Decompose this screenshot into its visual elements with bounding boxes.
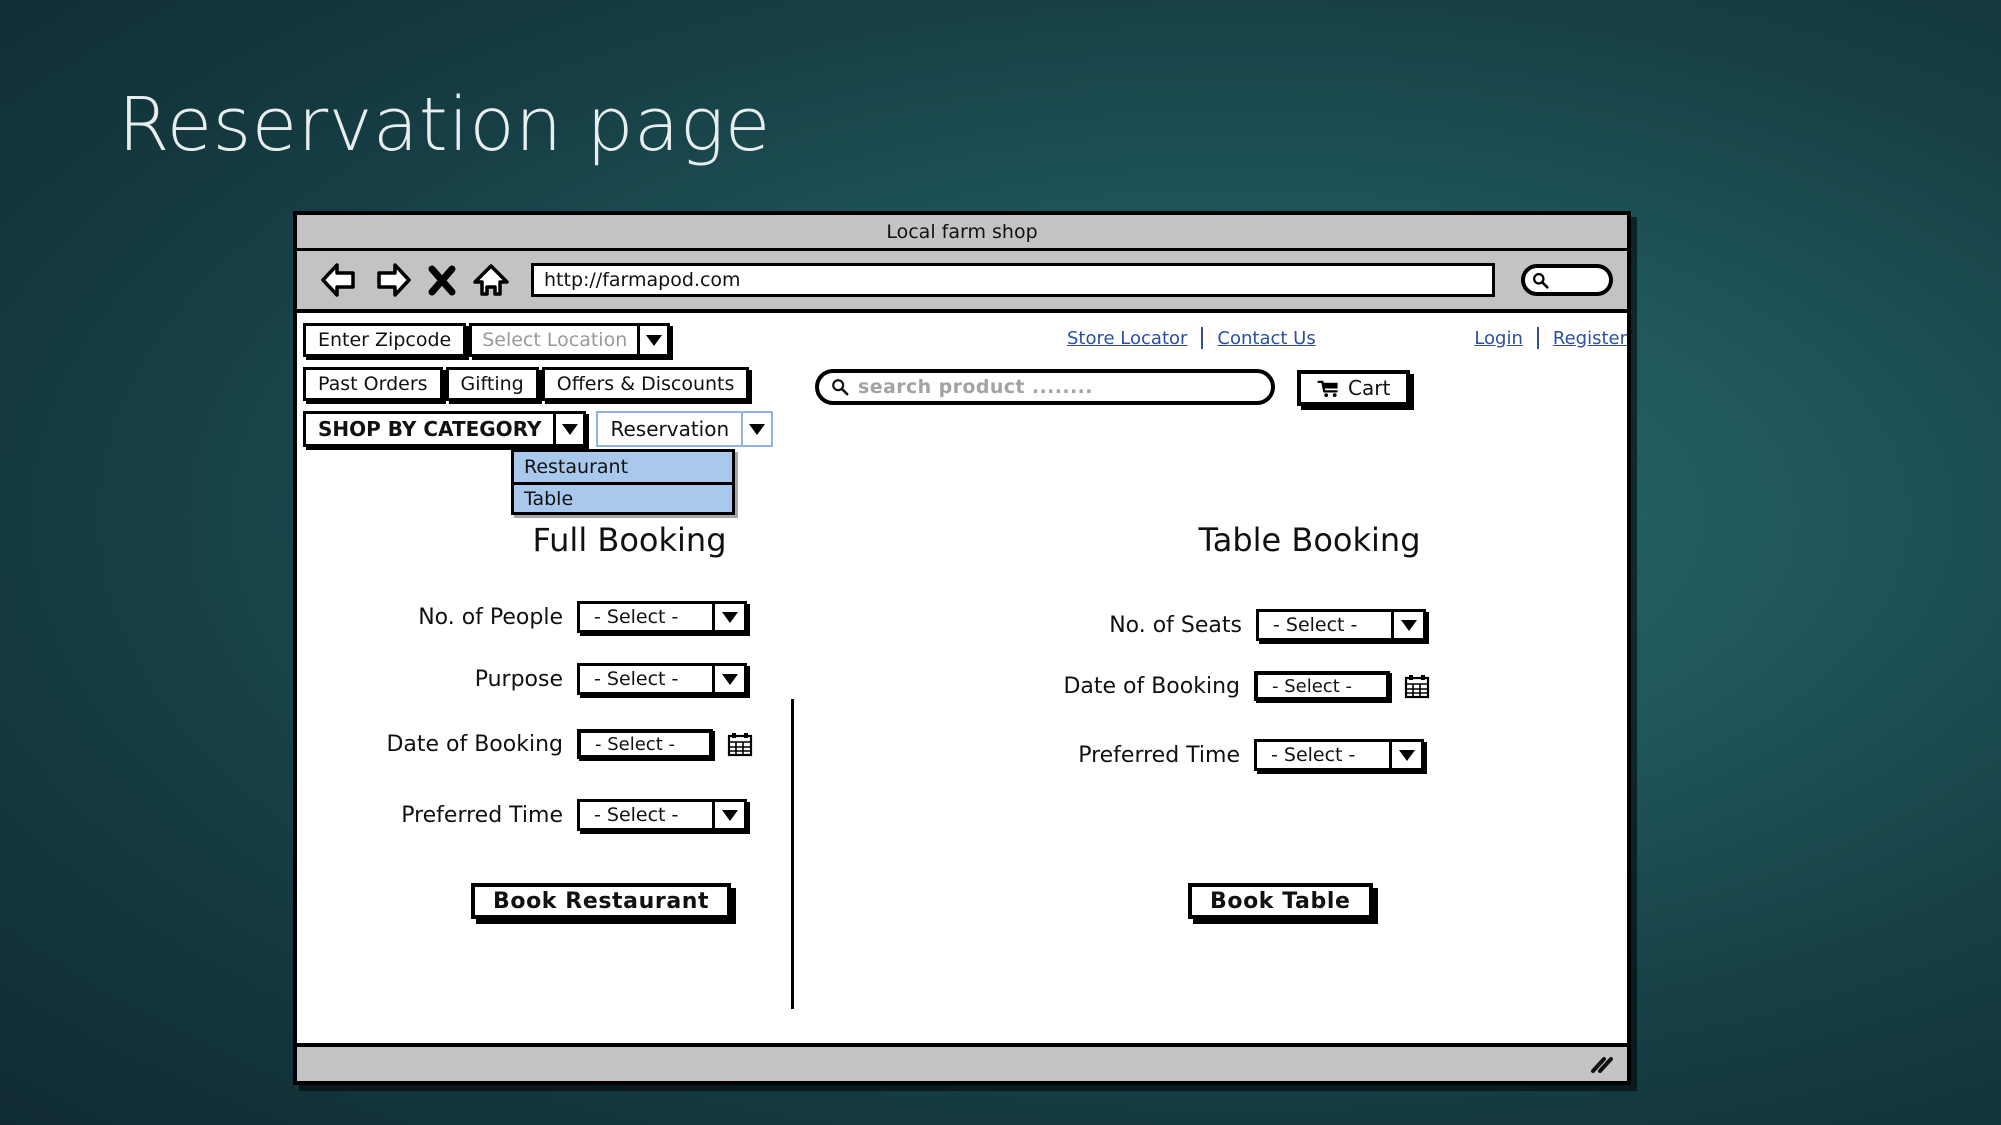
field-label: Preferred Time [401,802,563,828]
table-booking-panel: Table Booking No. of Seats - Select - Da… [962,503,1627,1003]
url-text: http://farmapod.com [544,269,741,291]
preferred-time-select[interactable]: - Select - [577,799,747,831]
browser-toolbar: http://farmapod.com [297,251,1627,313]
link-contact-us[interactable]: Contact Us [1217,328,1315,349]
forward-arrow-icon[interactable] [373,261,413,299]
search-input[interactable]: search product ........ [815,369,1275,405]
calendar-icon[interactable] [727,731,753,757]
select-value: - Select - [594,668,679,690]
no-of-seats-select[interactable]: - Select - [1256,609,1426,641]
field-label: No. of People [418,604,563,630]
chevron-down-icon[interactable] [553,414,584,444]
location-select-value: Select Location [482,329,628,351]
browser-statusbar [297,1043,1627,1081]
zipcode-input[interactable]: Enter Zipcode [303,323,467,357]
chevron-down-icon[interactable] [637,326,668,354]
calendar-icon[interactable] [1404,673,1430,699]
location-bar: Enter Zipcode Select Location [303,323,671,357]
chevron-down-icon[interactable] [712,802,744,828]
table-booking-title: Table Booking [1198,521,1421,559]
field-label: Preferred Time [1078,742,1240,768]
url-input[interactable]: http://farmapod.com [531,263,1495,297]
shopping-cart-icon [1317,380,1338,397]
select-value: - Select - [594,606,679,628]
select-value: - Select - [594,804,679,826]
browser-titlebar: Local farm shop [297,215,1627,251]
full-booking-title: Full Booking [532,521,727,559]
date-of-booking-input[interactable]: - Select - [1254,671,1390,701]
field-label: Purpose [474,666,563,692]
reservation-select[interactable]: Reservation [596,411,774,447]
field-date-of-booking: Date of Booking - Select - [353,729,753,759]
purpose-select[interactable]: - Select - [577,663,747,695]
link-divider [1536,327,1539,349]
field-label: No. of Seats [1109,612,1242,638]
book-table-label: Book Table [1210,888,1351,914]
link-divider [1201,327,1204,349]
location-select[interactable]: Select Location [469,323,671,357]
browser-window: Local farm shop http://farmapod.com Ente… [293,211,1631,1085]
page-title: Reservation page [118,82,771,168]
menu-item-restaurant[interactable]: Restaurant [514,452,732,482]
full-booking-panel: Full Booking No. of People - Select - Pu… [297,503,962,1003]
no-of-people-select[interactable]: - Select - [577,601,747,633]
stop-x-icon[interactable] [427,261,457,299]
secondary-nav: Past Orders Gifting Offers & Discounts [303,367,752,401]
page-content: Enter Zipcode Select Location Store Loca… [297,313,1627,1061]
search-icon [1533,272,1549,289]
cart-label: Cart [1348,376,1391,400]
field-label: Date of Booking [1063,673,1240,699]
date-value: - Select - [595,733,675,755]
field-no-of-people: No. of People - Select - [353,601,747,633]
search-placeholder: search product ........ [858,376,1093,398]
book-table-button[interactable]: Book Table [1188,883,1373,919]
panel-divider [791,699,794,1009]
resize-grip-icon[interactable] [1587,1054,1613,1074]
field-label: Date of Booking [386,731,563,757]
field-date-of-booking: Date of Booking - Select - [1040,671,1430,701]
date-value: - Select - [1272,675,1352,697]
field-preferred-time: Preferred Time - Select - [333,799,747,831]
link-login[interactable]: Login [1474,328,1523,349]
preferred-time-select[interactable]: - Select - [1254,739,1424,771]
chevron-down-icon[interactable] [712,604,744,630]
select-value: - Select - [1273,614,1358,636]
zipcode-label: Enter Zipcode [318,329,452,351]
shop-by-category-label: SHOP BY CATEGORY [318,417,542,441]
back-arrow-icon[interactable] [319,261,359,299]
nav-past-orders[interactable]: Past Orders [303,367,443,401]
book-restaurant-button[interactable]: Book Restaurant [471,883,732,919]
chevron-down-icon[interactable] [1389,742,1421,768]
nav-gifting[interactable]: Gifting [445,367,539,401]
chevron-down-icon[interactable] [712,666,744,692]
category-nav: SHOP BY CATEGORY Reservation [303,411,774,447]
book-restaurant-label: Book Restaurant [493,888,710,914]
field-purpose: Purpose - Select - [353,663,747,695]
date-of-booking-input[interactable]: - Select - [577,729,713,759]
nav-offers-discounts[interactable]: Offers & Discounts [541,367,750,401]
select-value: - Select - [1271,744,1356,766]
home-icon[interactable] [471,261,511,299]
browser-search-input[interactable] [1521,264,1613,296]
chevron-down-icon[interactable] [741,413,772,445]
search-icon [832,379,849,396]
chevron-down-icon[interactable] [1391,612,1423,638]
reservation-label: Reservation [610,417,730,441]
booking-panels: Full Booking No. of People - Select - Pu… [297,503,1627,1009]
browser-window-title: Local farm shop [886,220,1038,243]
cart-button[interactable]: Cart [1297,370,1411,406]
link-store-locator[interactable]: Store Locator [1067,328,1187,349]
link-register[interactable]: Register [1553,328,1627,349]
top-links: Store Locator Contact Us Login Register [1067,327,1627,349]
shop-by-category-select[interactable]: SHOP BY CATEGORY [303,411,587,447]
field-preferred-time: Preferred Time - Select - [1042,739,1424,771]
field-no-of-seats: No. of Seats - Select - [1052,609,1426,641]
